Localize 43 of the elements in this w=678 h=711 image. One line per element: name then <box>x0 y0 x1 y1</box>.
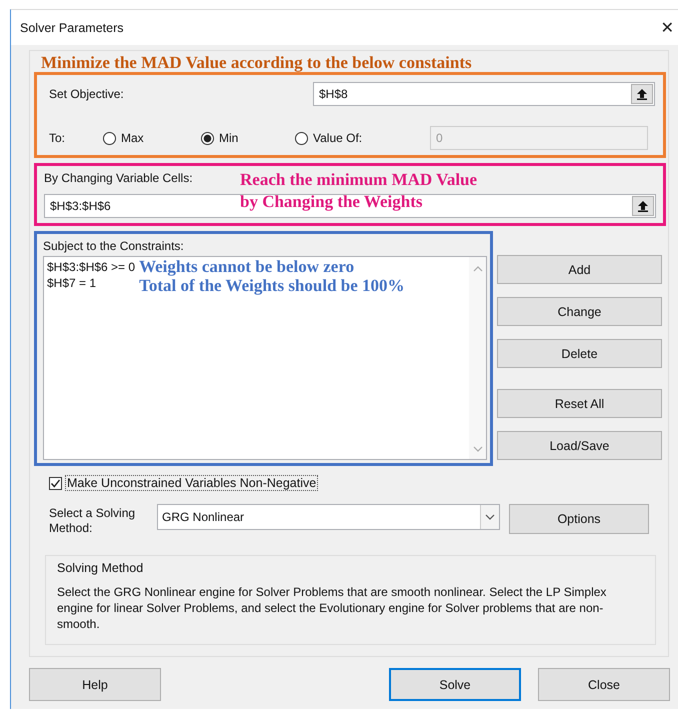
checkbox-label: Make Unconstrained Variables Non-Negative <box>65 475 318 491</box>
method-dropdown[interactable]: GRG Nonlinear <box>157 504 500 530</box>
window-title: Solver Parameters <box>20 20 124 34</box>
description-text: Select the GRG Nonlinear engine for Solver Problems that are smooth nonlinear. Select the LP Simplex engine for linear Solver Problems, and select the Evolutionary engine for Solver problems that are non-smooth. <box>57 584 608 632</box>
side-button[interactable]: Add <box>497 255 662 284</box>
radio-icon[interactable] <box>295 132 308 144</box>
constraint-item[interactable]: $H$7 = 1 <box>47 275 136 291</box>
radio-option[interactable]: Min <box>201 131 295 145</box>
constraints-list[interactable]: $H$3:$H$6 >= 0 $H$7 = 1 Weights cannot be below zero Total of the Weights should be 100% <box>43 256 487 460</box>
side-button[interactable]: Load/Save <box>497 431 662 460</box>
checkbox-icon[interactable] <box>49 476 62 490</box>
description-title: Solving Method <box>57 561 144 575</box>
side-button[interactable]: Reset All <box>497 389 662 418</box>
annotation-text: Reach the minimum MAD Value <box>240 169 478 191</box>
radio-label: Value Of: <box>313 131 362 145</box>
dialog-button[interactable]: Close <box>538 668 670 701</box>
radio-label: Min <box>219 131 238 145</box>
annotation-text: Total of the Weights should be 100% <box>139 276 405 295</box>
close-button[interactable]: ✕ <box>656 18 678 37</box>
options-button[interactable]: Options <box>509 504 649 534</box>
constraints-label: Subject to the Constraints: <box>43 239 185 253</box>
objective-field[interactable]: $H$8 <box>313 82 655 106</box>
radio-label: Max <box>121 131 144 145</box>
side-button[interactable]: Change <box>497 297 662 326</box>
annotation-text: Minimize the MAD Value according to the below constaints <box>40 52 473 72</box>
side-button[interactable]: Delete <box>497 339 662 368</box>
radio-icon[interactable] <box>103 132 116 144</box>
nonnegative-checkbox[interactable]: Make Unconstrained Variables Non-Negative <box>49 475 664 491</box>
variable-cells-label: By Changing Variable Cells: <box>44 170 194 187</box>
annotation-text: Weights cannot be below zero <box>139 257 356 276</box>
constraint-item[interactable]: $H$3:$H$6 >= 0 <box>47 259 136 275</box>
collapse-icon[interactable] <box>631 84 653 104</box>
method-label: Select a Solving Method: <box>49 505 136 536</box>
dialog-button[interactable]: Help <box>29 668 161 701</box>
dropdown-icon[interactable] <box>480 505 499 529</box>
dialog-button[interactable]: Solve <box>389 668 521 701</box>
radio-option[interactable]: Value Of: <box>295 131 430 145</box>
radio-icon[interactable] <box>201 132 214 144</box>
to-label: To: <box>49 131 66 145</box>
objective-label: Set Objective: <box>49 87 125 101</box>
collapse-icon[interactable] <box>632 196 654 216</box>
radio-option[interactable]: Max <box>103 131 201 145</box>
annotation-text: by Changing the Weights <box>240 191 424 213</box>
